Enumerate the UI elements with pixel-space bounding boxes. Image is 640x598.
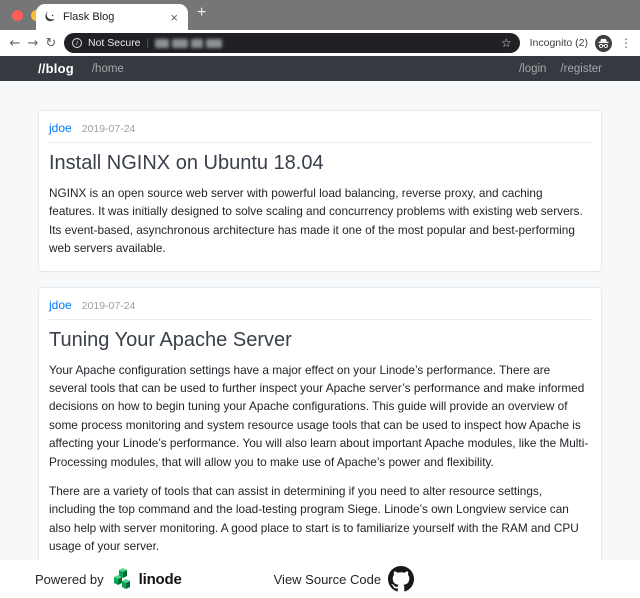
incognito-icon[interactable] — [595, 35, 612, 52]
site-footer: Powered by linode View Source Code — [0, 560, 640, 598]
forward-icon[interactable]: → — [24, 36, 42, 51]
post-excerpt: There are a variety of tools that can as… — [49, 482, 591, 556]
post-title[interactable]: Install NGINX on Ubuntu 18.04 — [49, 150, 591, 176]
nav-home-link[interactable]: /home — [92, 63, 124, 75]
post-list: jdoe 2019-07-24 Install NGINX on Ubuntu … — [0, 81, 640, 598]
post-meta: jdoe 2019-07-24 — [49, 298, 591, 320]
reload-icon[interactable]: ↻ — [42, 36, 60, 51]
post-date: 2019-07-24 — [82, 300, 136, 312]
github-icon[interactable] — [388, 566, 414, 592]
flask-favicon-icon — [44, 11, 56, 23]
incognito-label: Incognito (2) — [530, 37, 588, 49]
view-source-link[interactable]: View Source Code — [274, 572, 381, 587]
address-bar[interactable]: i Not Secure | ☆ — [64, 33, 520, 53]
linode-logo-icon[interactable] — [112, 567, 134, 591]
post-title[interactable]: Tuning Your Apache Server — [49, 327, 591, 353]
url-divider: | — [147, 38, 150, 49]
post-excerpt: NGINX is an open source web server with … — [49, 184, 591, 258]
linode-wordmark[interactable]: linode — [139, 571, 182, 588]
browser-tab[interactable]: Flask Blog × — [36, 4, 188, 30]
site-info-icon[interactable]: i — [72, 38, 82, 48]
close-window-button[interactable] — [12, 10, 23, 21]
tab-title: Flask Blog — [63, 11, 168, 23]
post-excerpt: Your Apache configuration settings have … — [49, 361, 591, 471]
nav-register-link[interactable]: /register — [560, 63, 602, 75]
post-card: jdoe 2019-07-24 Install NGINX on Ubuntu … — [38, 110, 602, 272]
post-meta: jdoe 2019-07-24 — [49, 121, 591, 143]
titlebar: Flask Blog × + — [0, 0, 640, 30]
author-link[interactable]: jdoe — [49, 298, 72, 312]
new-tab-button[interactable]: + — [197, 4, 206, 22]
back-icon[interactable]: ← — [6, 36, 24, 51]
browser-toolbar: ← → ↻ i Not Secure | ☆ Incognito (2) ⋮ — [0, 30, 640, 56]
powered-by-label: Powered by — [35, 572, 104, 587]
nav-right: /login /register — [505, 63, 602, 75]
close-tab-icon[interactable]: × — [168, 10, 180, 25]
site-navbar: //blog /home /login /register — [0, 56, 640, 81]
post-card: jdoe 2019-07-24 Tuning Your Apache Serve… — [38, 287, 602, 570]
brand-link[interactable]: //blog — [38, 61, 74, 76]
bookmark-star-icon[interactable]: ☆ — [501, 36, 512, 50]
browser-menu-icon[interactable]: ⋮ — [620, 36, 632, 50]
post-date: 2019-07-24 — [82, 123, 136, 135]
security-label: Not Secure — [88, 37, 141, 49]
browser-window: Flask Blog × + ← → ↻ i Not Secure | ☆ In… — [0, 0, 640, 598]
redacted-url — [155, 39, 501, 48]
nav-login-link[interactable]: /login — [519, 63, 547, 75]
author-link[interactable]: jdoe — [49, 121, 72, 135]
